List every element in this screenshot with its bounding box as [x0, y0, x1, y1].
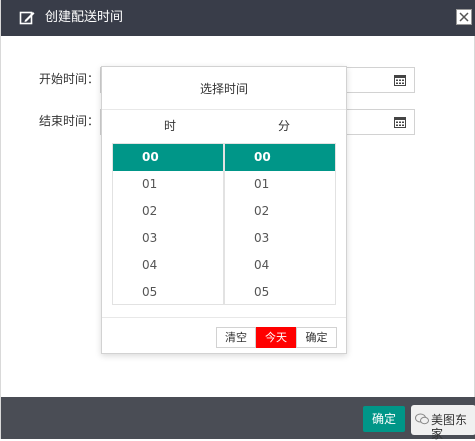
- hour-option[interactable]: 02: [113, 198, 223, 225]
- create-delivery-time-dialog: 创建配送时间 开始时间： 结束时间： 选择时间 时 分 00 01 02 03 …: [0, 0, 475, 441]
- hour-option[interactable]: 01: [113, 171, 223, 198]
- picker-footer: 清空 今天 确定: [102, 317, 346, 354]
- minute-option[interactable]: 00: [225, 144, 335, 171]
- dialog-title: 创建配送时间: [45, 10, 124, 25]
- calendar-icon[interactable]: [394, 116, 406, 128]
- watermark: 美图东家: [411, 405, 475, 441]
- hour-option[interactable]: 04: [113, 252, 223, 279]
- minute-option[interactable]: 03: [225, 225, 335, 252]
- watermark-text: 美图东家: [431, 413, 468, 441]
- minute-option[interactable]: 01: [225, 171, 335, 198]
- start-time-label: 开始时间：: [39, 72, 100, 86]
- hour-option[interactable]: 05: [113, 279, 223, 304]
- close-icon: [459, 12, 469, 22]
- minute-option[interactable]: 04: [225, 252, 335, 279]
- clear-button[interactable]: 清空: [216, 327, 256, 348]
- close-button[interactable]: [456, 9, 472, 25]
- wechat-icon: [415, 413, 429, 428]
- minute-option[interactable]: 02: [225, 198, 335, 225]
- time-picker-popup: 选择时间 时 分 00 01 02 03 04 05 00 01 02 03 0…: [101, 66, 347, 354]
- confirm-button[interactable]: 确定: [363, 406, 405, 432]
- picker-confirm-button[interactable]: 确定: [296, 327, 337, 348]
- dialog-header: 创建配送时间: [1, 0, 475, 36]
- minute-list[interactable]: 00 01 02 03 04 05: [224, 143, 336, 305]
- today-button[interactable]: 今天: [256, 327, 296, 348]
- end-time-label: 结束时间：: [39, 114, 100, 128]
- hour-option[interactable]: 00: [113, 144, 223, 171]
- edit-icon: [19, 10, 35, 26]
- minute-option[interactable]: 05: [225, 279, 335, 304]
- calendar-icon[interactable]: [394, 74, 406, 86]
- hour-option[interactable]: 03: [113, 225, 223, 252]
- picker-title: 选择时间: [102, 67, 346, 110]
- hour-list[interactable]: 00 01 02 03 04 05: [112, 143, 224, 305]
- minute-column-header: 分: [278, 119, 291, 133]
- hour-column-header: 时: [164, 119, 177, 133]
